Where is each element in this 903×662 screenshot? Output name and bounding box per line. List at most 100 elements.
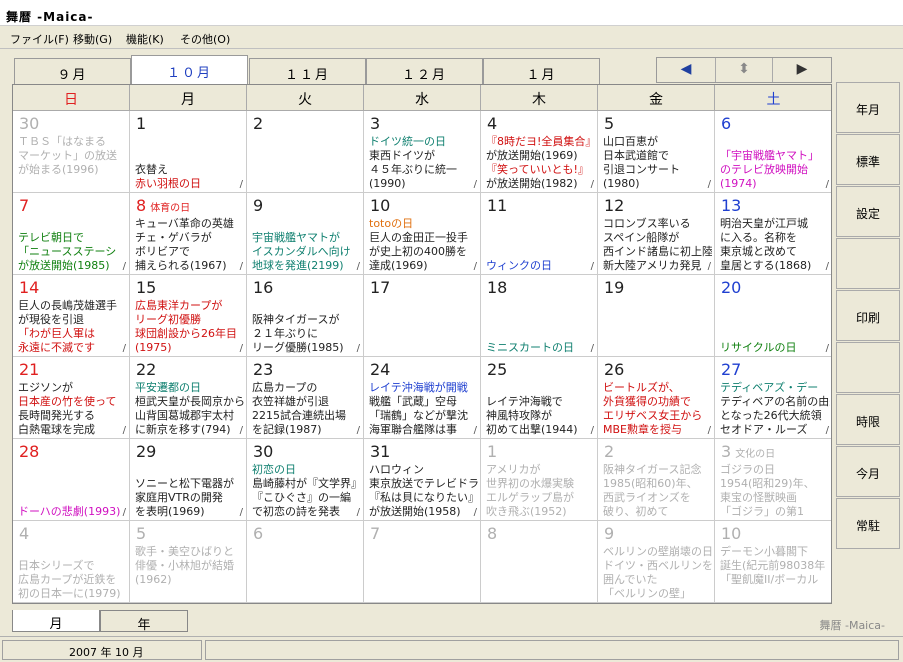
day-cell[interactable]: 4 『8時だヨ!全員集合』 が放送開始(1969) 『笑っていいとも!』 が放送開始(1… (481, 111, 598, 193)
day-number: 7 (370, 524, 380, 543)
side-button[interactable] (836, 342, 900, 393)
more-indicator: / (825, 425, 829, 436)
day-cell[interactable]: 10 totoの日 巨人の金田正一投手 が史上初の400勝を 達成(1969) / (364, 193, 481, 275)
day-cell[interactable]: 30 ＴＢＳ「はなまる マーケット」の放送 が始まる(1996) (13, 111, 130, 193)
more-indicator: / (707, 261, 711, 272)
day-number-text: 1 (136, 114, 147, 133)
side-button[interactable]: 標準 (836, 134, 900, 185)
side-button[interactable] (836, 238, 900, 289)
day-cell[interactable]: 13 明治天皇が江戸城 に入る。名称を 東京城と改めて 皇居とする(1868) / (715, 193, 831, 275)
holiday-label: 体育の日 (150, 203, 191, 214)
more-indicator: / (590, 425, 594, 436)
day-cell[interactable]: 12 コロンブス率いる スペイン船隊が 西インド諸島に初上陸 新大陸アメリカ発見 / (598, 193, 715, 275)
scroll-icon[interactable]: ⬍ (715, 58, 773, 82)
weekday-header: 土 (715, 85, 831, 111)
event-line: 初の日本一に(1979) (18, 587, 121, 600)
tab-december[interactable]: １２月 (366, 58, 483, 84)
day-number-text: 6 (253, 524, 264, 543)
event-line: 広島カープの (252, 381, 318, 394)
day-cell[interactable]: 8 体育の日 キューバ革命の英雄 チェ・ゲバラが ボリビアで 捕えられる(1967) / (130, 193, 247, 275)
tab-october[interactable]: １０月 (131, 55, 248, 84)
menu-function[interactable]: 機能(K) (126, 31, 164, 47)
day-cell[interactable]: 2 阪神タイガース記念 1985(昭和60)年、 西武ライオンズを 破り、初めて (598, 439, 715, 521)
event-line: ４５年ぶりに統一 (369, 163, 457, 176)
event-line: 「わが巨人軍は (18, 327, 95, 340)
day-number: 15 (136, 278, 156, 297)
day-cell[interactable]: 10 デーモン小暮閣下 誕生(紀元前98038年 「聖飢魔II/ボーカル (715, 521, 831, 603)
day-cell[interactable]: 18 ミニスカートの日 / (481, 275, 598, 357)
day-cell[interactable]: 14 巨人の長嶋茂雄選手 が現役を引退 「わが巨人軍は 永遠に不滅です / (13, 275, 130, 357)
day-cell[interactable]: 16 阪神タイガースが ２１年ぶりに リーグ優勝(1985) / (247, 275, 364, 357)
day-cell[interactable]: 26 ビートルズが、 外貨獲得の功績で エリザベス女王から MBE勲章を授与 / (598, 357, 715, 439)
day-cell[interactable]: 30 初恋の日 島崎藤村が『文学界』 『こひぐさ』の一編 で初恋の詩を発表 / (247, 439, 364, 521)
day-cell[interactable]: 11 ウィンクの日 / (481, 193, 598, 275)
side-button[interactable]: 今月 (836, 446, 900, 497)
day-cell[interactable]: 2 (247, 111, 364, 193)
day-cell[interactable]: 9 ベルリンの壁崩壊の日 ドイツ・西ベルリンを 囲んでいた 「ベルリンの壁」 (598, 521, 715, 603)
day-cell[interactable]: 3 ドイツ統一の日 東西ドイツが ４５年ぶりに統一 (1990) / (364, 111, 481, 193)
event-line: 捕えられる(1967) (135, 259, 227, 272)
event-line: 西武ライオンズを (603, 491, 691, 504)
day-cell[interactable]: 31 ハロウィン 東京放送でテレビドラマ 『私は貝になりたい』 が放送開始(1958) / (364, 439, 481, 521)
day-cell[interactable]: 19 (598, 275, 715, 357)
side-button[interactable]: 年月 (836, 82, 900, 133)
prev-month-icon[interactable]: ◀ (657, 58, 715, 82)
day-cell[interactable]: 15 広島東洋カープが リーグ初優勝 球団創設から26年目 (1975) / (130, 275, 247, 357)
day-cell[interactable]: 17 (364, 275, 481, 357)
day-number: 22 (136, 360, 156, 379)
event-line: totoの日 (369, 217, 414, 230)
day-cell[interactable]: 25 レイテ沖海戦で 神風特攻隊が 初めて出撃(1944) / (481, 357, 598, 439)
event-line: 誕生(紀元前98038年 (720, 559, 826, 572)
tab-month-view[interactable]: 月 (12, 610, 100, 632)
day-number-text: 19 (604, 278, 625, 297)
event-line: エリザベス女王から (603, 409, 703, 422)
day-cell[interactable]: 3 文化の日 ゴジラの日 1954(昭和29)年、 東宝の怪獣映画 「ゴジラ」の第1 (715, 439, 831, 521)
event-line: MBE勲章を授与 (603, 423, 682, 436)
day-cell[interactable]: 9 宇宙戦艦ヤマトが イスカンダルへ向け 地球を発進(2199) / (247, 193, 364, 275)
day-number: 23 (253, 360, 273, 379)
event-line: ドイツ統一の日 (369, 135, 446, 148)
menu-file[interactable]: ファイル(F) (10, 31, 69, 47)
day-number-text: 4 (19, 524, 30, 543)
side-button[interactable]: 時限 (836, 394, 900, 445)
day-cell[interactable]: 7 テレビ朝日で 「ニュースステーシ が放送開始(1985) / (13, 193, 130, 275)
tab-january[interactable]: １月 (483, 58, 600, 84)
menu-other[interactable]: その他(O) (180, 31, 230, 47)
day-cell[interactable]: 1 アメリカが 世界初の水爆実験 エルゲラップ島が 吹き飛ぶ(1952) (481, 439, 598, 521)
tab-september[interactable]: ９月 (14, 58, 131, 84)
event-line: 島崎藤村が『文学界』 (252, 477, 361, 490)
day-cell[interactable]: 22 平安遷都の日 桓武天皇が長岡京から 山背国葛城郡宇太村 に新京を移す(794) / (130, 357, 247, 439)
day-cell[interactable]: 27 テディベアズ・デー テディベアの名前の由来 となった26代大統領 セオドア・ルーズ… (715, 357, 831, 439)
side-button[interactable]: 設定 (836, 186, 900, 237)
event-line: 山背国葛城郡宇太村 (135, 409, 234, 422)
day-number: 6 (721, 114, 731, 133)
next-month-icon[interactable]: ▶ (773, 58, 831, 82)
side-button[interactable]: 印刷 (836, 290, 900, 341)
day-number-text: 30 (253, 442, 274, 461)
tab-year-view[interactable]: 年 (100, 610, 188, 633)
day-cell[interactable]: 23 広島カープの 衣笠祥雄が引退 2215試合連続出場 を記録(1987) / (247, 357, 364, 439)
day-cell[interactable]: 5 歌手・美空ひばりと 俳優・小林旭が結婚 (1962) (130, 521, 247, 603)
menu-move[interactable]: 移動(G) (73, 31, 112, 47)
day-cell[interactable]: 24 レイテ沖海戦が開戦 戦艦「武蔵」空母 「瑞鶴」などが撃沈 海軍聯合艦隊は事 / (364, 357, 481, 439)
day-cell[interactable]: 6 (247, 521, 364, 603)
day-cell[interactable]: 7 (364, 521, 481, 603)
event-line: アメリカが (486, 463, 541, 476)
day-cell[interactable]: 6 「宇宙戦艦ヤマト」 のテレビ放映開始 (1974) / (715, 111, 831, 193)
day-cell[interactable]: 8 (481, 521, 598, 603)
more-indicator: / (122, 343, 126, 354)
day-cell[interactable]: 29 ソニーと松下電器が 家庭用VTRの開発 を表明(1969) / (130, 439, 247, 521)
day-cell[interactable]: 1 衣替え 赤い羽根の日 / (130, 111, 247, 193)
day-number: 25 (487, 360, 507, 379)
day-number-text: 3 (370, 114, 381, 133)
tab-november[interactable]: １１月 (249, 58, 366, 84)
weekday-header: 木 (481, 85, 598, 111)
day-number-text: 1 (487, 442, 498, 461)
day-cell[interactable]: 28 ドーハの悲劇(1993) / (13, 439, 130, 521)
side-button[interactable]: 常駐 (836, 498, 900, 549)
day-cell[interactable]: 5 山口百恵が 日本武道館で 引退コンサート (1980) / (598, 111, 715, 193)
day-cell[interactable]: 4 日本シリーズで 広島カープが近鉄を 初の日本一に(1979) (13, 521, 130, 603)
day-cell[interactable]: 20 リサイクルの日 / (715, 275, 831, 357)
day-cell[interactable]: 21 エジソンが 日本産の竹を使って 長時間発光する 白熱電球を完成 / (13, 357, 130, 439)
more-indicator: / (473, 425, 477, 436)
